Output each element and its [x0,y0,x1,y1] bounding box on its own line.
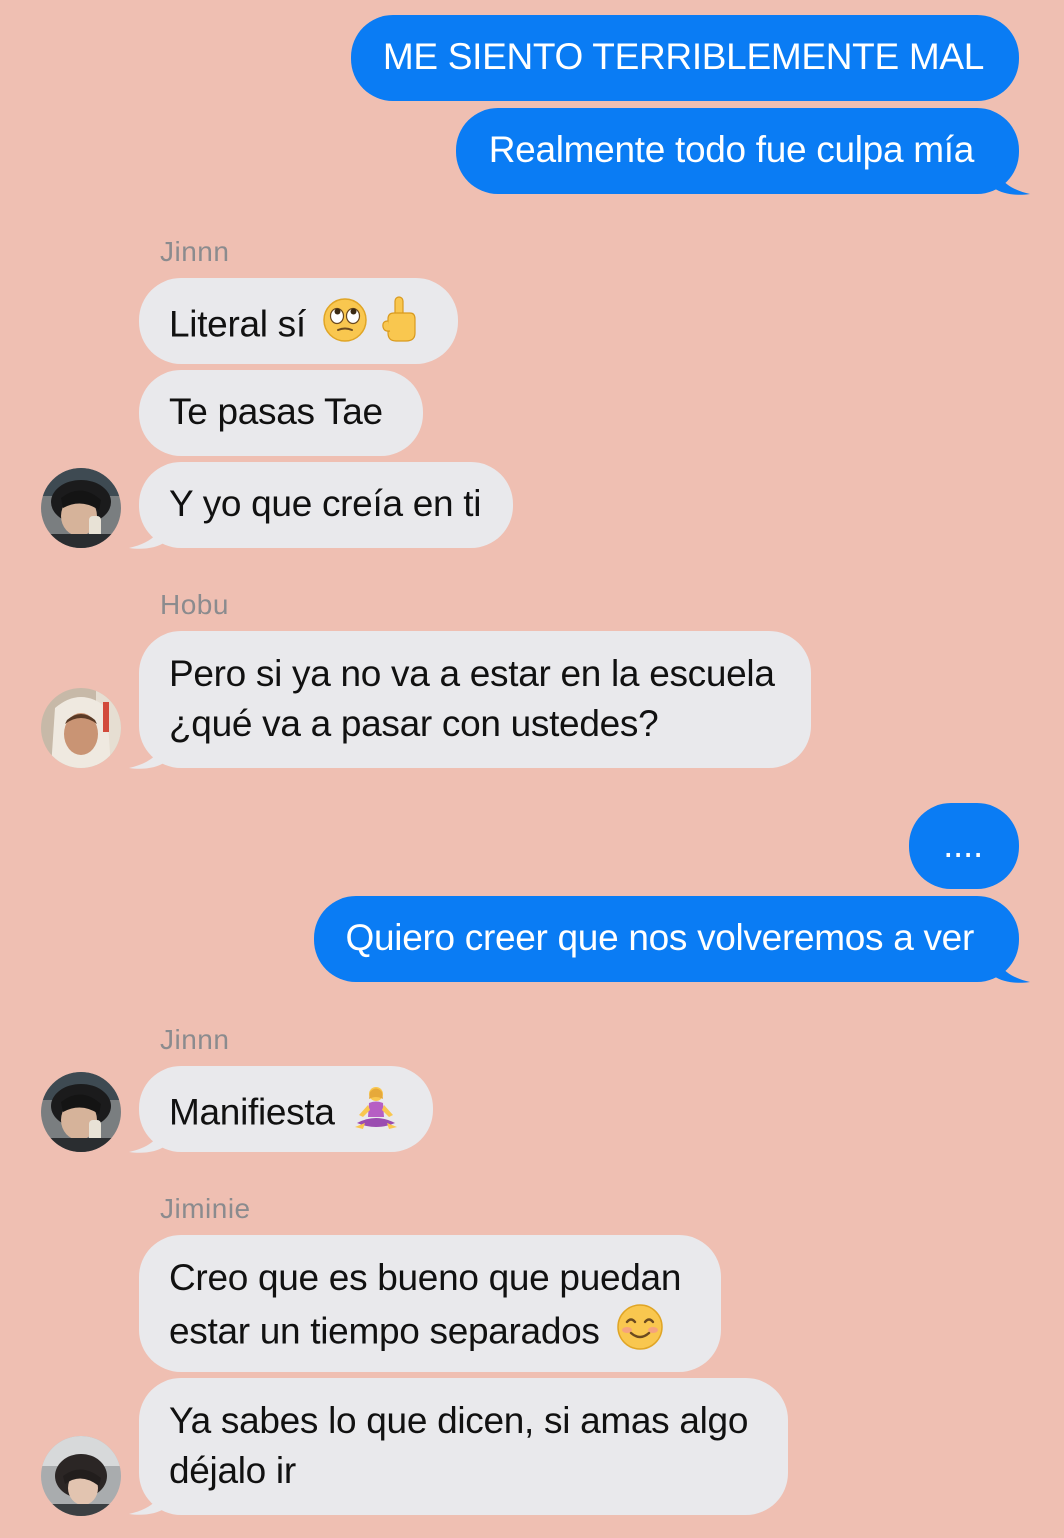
message-text: estar un tiempo separados [169,1310,600,1352]
smiling-face-icon [616,1303,664,1364]
incoming-message[interactable]: Y yo que creía en ti [139,462,514,548]
incoming-message[interactable]: Creo que es bueno que puedan estar un ti… [139,1235,722,1372]
pointing-up-icon [380,295,420,358]
message-text-line: déjalo ir [169,1450,296,1491]
message-text-line: Pero si ya no va a estar en la escuela [169,653,775,694]
message-text: Literal sí [169,303,306,345]
avatar[interactable] [41,1072,121,1152]
message-text: Realmente todo fue culpa mía [488,129,975,170]
sender-name: Jinnn [160,1024,230,1055]
message-text: Te pasas Tae [169,391,383,432]
message-text-line: Ya sabes lo que dicen, si amas algo [169,1400,749,1441]
incoming-message[interactable]: Ya sabes lo que dicen, si amas algo déja… [139,1378,789,1515]
outgoing-bubble-tail [994,158,1030,195]
message-text: Y yo que creía en ti [169,483,482,524]
message-text: Quiero creer que nos volveremos a ver [345,917,975,958]
outgoing-bubble-tail [994,946,1030,983]
sender-name: Jiminie [160,1193,251,1224]
outgoing-message[interactable]: Realmente todo fue culpa mía [455,108,1019,194]
incoming-message[interactable]: Manifiesta [139,1066,433,1152]
outgoing-message[interactable]: .... [909,803,1019,889]
incoming-bubble-tail [129,1116,165,1153]
person-in-lotus-position-icon [351,1083,401,1146]
outgoing-message[interactable]: Quiero creer que nos volveremos a ver [313,896,1019,982]
message-text: .... [943,824,983,865]
incoming-bubble-tail [129,1478,165,1515]
message-text-line-with-emoji: estar un tiempo separados [169,1303,681,1364]
incoming-message[interactable]: Literal sí [139,278,458,364]
sender-name: Hobu [160,589,229,620]
incoming-bubble-tail [129,732,165,769]
sender-name: Jinnn [160,236,230,267]
message-text: Manifiesta [169,1091,335,1133]
incoming-message[interactable]: Te pasas Tae [139,370,423,456]
avatar[interactable] [41,688,121,768]
incoming-message[interactable]: Pero si ya no va a estar en la escuela ¿… [139,631,811,768]
avatar[interactable] [41,468,121,548]
message-text: ME SIENTO TERRIBLEMENTE MAL [382,36,984,77]
message-text-line: ¿qué va a pasar con ustedes? [169,703,659,744]
face-with-rolling-eyes-icon [322,297,368,356]
outgoing-message[interactable]: ME SIENTO TERRIBLEMENTE MAL [350,15,1019,101]
message-text-line: Creo que es bueno que puedan [169,1257,682,1298]
avatar[interactable] [41,1436,121,1516]
incoming-bubble-tail [129,512,165,549]
